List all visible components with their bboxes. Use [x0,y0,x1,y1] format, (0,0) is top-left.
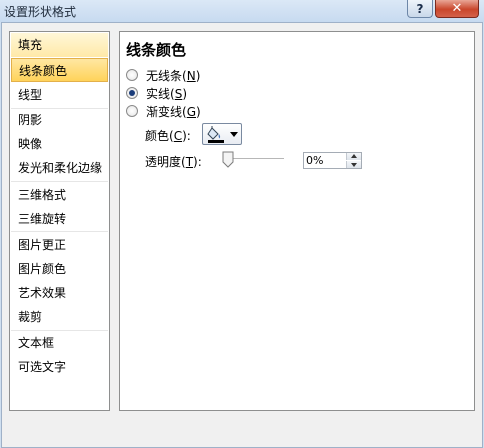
chevron-down-icon [230,132,238,137]
transparency-value[interactable]: 0% [306,154,323,168]
option-gradient-line[interactable]: 渐变线(G) [126,103,201,119]
radio-gradient-line[interactable] [126,105,138,117]
nav-item-fill[interactable]: 填充 [11,33,108,57]
option-no-line[interactable]: 无线条(N) [126,67,200,83]
title-bar: 设置形状格式 ? ✕ [0,0,484,22]
nav-item-alt-text[interactable]: 可选文字 [11,355,108,379]
transparency-spinbox[interactable]: 0% [303,152,362,169]
nav-item-line-color[interactable]: 线条颜色 [11,58,108,82]
nav-item-artistic-effects[interactable]: 艺术效果 [11,281,108,305]
option-solid-line[interactable]: 实线(S) [126,85,187,101]
nav-item-picture-color[interactable]: 图片颜色 [11,257,108,281]
nav-item-line-style[interactable]: 线型 [11,83,108,107]
nav-item-3d-rotation[interactable]: 三维旋转 [11,207,108,231]
nav-item-reflection[interactable]: 映像 [11,132,108,156]
transparency-label: 透明度(T): [145,155,202,169]
nav-separator [11,181,108,182]
nav-item-crop[interactable]: 裁剪 [11,305,108,329]
nav-item-3d-format[interactable]: 三维格式 [11,183,108,207]
option-gradient-line-label: 渐变线(G) [146,104,201,119]
nav-item-glow-soft-edges[interactable]: 发光和柔化边缘 [11,156,108,180]
spin-down-button[interactable] [346,161,361,168]
color-label: 颜色(C): [145,129,191,143]
radio-no-line[interactable] [126,69,138,81]
help-button[interactable]: ? [407,0,433,18]
option-solid-line-label: 实线(S) [146,86,188,101]
window-title: 设置形状格式 [4,5,77,19]
nav-item-picture-corrections[interactable]: 图片更正 [11,233,108,257]
section-title: 线条颜色 [126,41,187,59]
nav-item-shadow[interactable]: 阴影 [11,108,108,132]
transparency-slider-thumb[interactable] [222,151,234,168]
paint-bucket-icon [207,126,224,143]
category-list: 填充 线条颜色 线型 阴影 映像 发光和柔化边缘 三维格式 三维旋转 图片更正 … [9,31,110,411]
option-no-line-label: 无线条(N) [146,68,201,83]
spin-up-button[interactable] [346,153,361,160]
nav-separator [11,231,108,232]
settings-panel: 线条颜色 无线条(N) 实线(S) 渐变线(G) 颜色(C): 透明度(T): … [119,31,475,411]
color-picker-button[interactable] [202,123,242,145]
close-button[interactable]: ✕ [435,0,479,18]
radio-solid-line[interactable] [126,87,138,99]
nav-item-text-box[interactable]: 文本框 [11,331,108,355]
